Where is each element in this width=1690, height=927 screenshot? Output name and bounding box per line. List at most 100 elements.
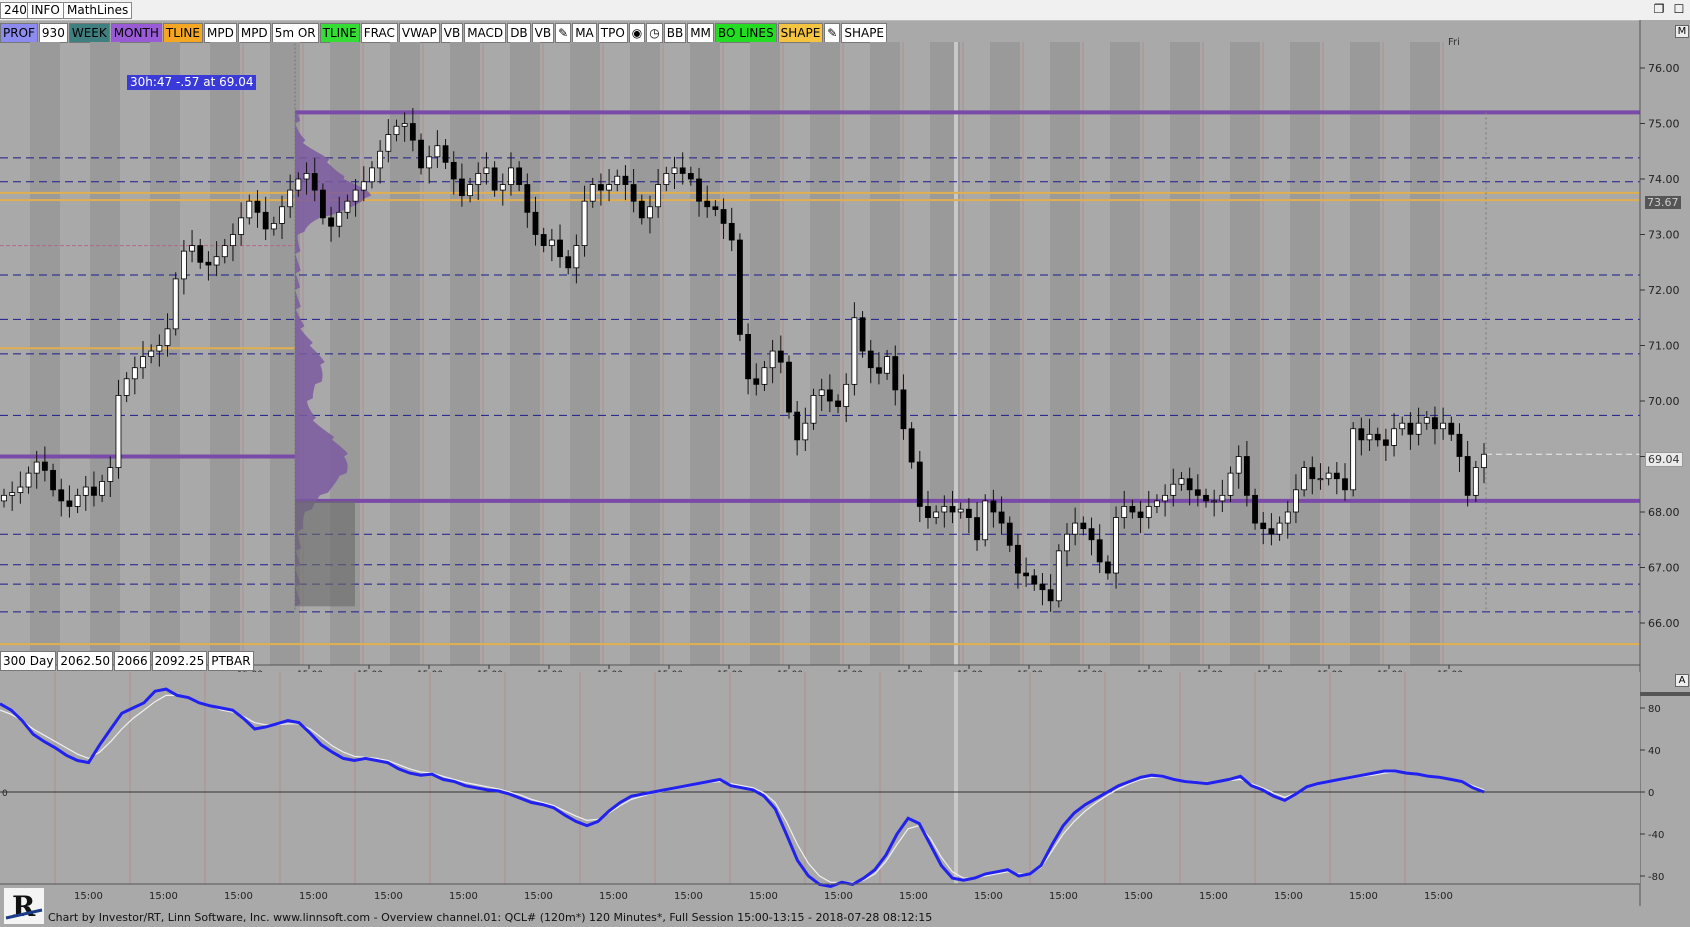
candle-body — [1211, 500, 1218, 503]
last-price-label: 69.04 — [1645, 452, 1683, 467]
status-bar: Chart by Investor/RT, Linn Software, Inc… — [48, 911, 933, 924]
period-button[interactable]: 300 Day — [0, 651, 57, 671]
candle-body — [974, 517, 980, 541]
restore-icon[interactable]: ❐ — [1652, 2, 1666, 16]
candle-body — [58, 489, 65, 502]
candle-body — [687, 173, 694, 180]
candle-body — [189, 245, 195, 252]
candle-body — [1309, 467, 1316, 480]
candle-body — [1129, 506, 1136, 513]
candle-body — [295, 178, 302, 191]
m-button[interactable]: M — [1675, 25, 1689, 38]
candle-body — [238, 217, 245, 235]
candle-body — [459, 178, 465, 197]
candle-body — [140, 356, 146, 369]
candle-body — [91, 486, 97, 496]
candle-body — [720, 209, 727, 224]
candle-body — [777, 350, 784, 363]
candle-body — [450, 161, 457, 180]
candle-body — [393, 125, 400, 136]
osc-tick-label: 80 — [1648, 704, 1661, 715]
candle-body — [835, 400, 841, 407]
candle-body — [679, 167, 686, 174]
candle-body — [508, 167, 514, 185]
candle-body — [352, 189, 359, 202]
candle-body — [524, 184, 531, 213]
candle-body — [1170, 483, 1177, 496]
countdown-label: 30h:47 -.57 at 69.04 — [127, 75, 257, 90]
candle-body — [1015, 544, 1021, 574]
tab-info[interactable]: INFO — [27, 2, 64, 19]
candle-body — [998, 511, 1005, 524]
candle-body — [892, 356, 899, 391]
osc-time-label: 15:00 — [749, 891, 778, 902]
candle-body — [916, 461, 923, 507]
value-button-2[interactable]: 2066 — [114, 651, 151, 671]
oscillator-panel: 0 — [0, 672, 1640, 889]
candle-body — [1088, 528, 1095, 541]
candle-body — [221, 245, 228, 258]
candle-body — [467, 184, 473, 197]
candle-body — [1284, 511, 1291, 524]
zero-marker: 0 — [2, 789, 8, 799]
candle-body — [1464, 456, 1471, 496]
ptbar-button[interactable]: PTBAR — [208, 651, 254, 671]
maximize-icon[interactable]: ☐ — [1672, 2, 1686, 16]
candle-body — [270, 222, 277, 230]
candle-body — [851, 317, 858, 385]
svg-text:R: R — [12, 890, 36, 923]
candle-body — [1407, 422, 1414, 435]
candle-body — [1268, 528, 1275, 535]
value-button-3[interactable]: 2092.25 — [151, 651, 208, 671]
candle-body — [1047, 589, 1054, 602]
candle-body — [246, 200, 253, 219]
osc-time-label: 15:00 — [1424, 891, 1453, 902]
candle-body — [418, 139, 424, 169]
candle-body — [1333, 472, 1340, 480]
candle-body — [540, 234, 547, 247]
osc-time-label: 15:00 — [899, 891, 928, 902]
candle-body — [606, 184, 612, 191]
candle-body — [303, 173, 310, 180]
price-tick-label: 71.00 — [1648, 340, 1680, 353]
candle-body — [982, 500, 989, 541]
candle-body — [900, 389, 907, 430]
candle-body — [115, 395, 122, 469]
candle-body — [1399, 422, 1406, 430]
price-tick-label: 73.00 — [1648, 229, 1680, 242]
candle-body — [1301, 467, 1308, 491]
candle-body — [859, 317, 866, 352]
candle-body — [1137, 511, 1144, 518]
candle-body — [1440, 422, 1447, 430]
candle-body — [884, 356, 890, 374]
value-button-1[interactable]: 2062.50 — [57, 651, 114, 671]
candle-body — [99, 481, 106, 496]
price-tick-label: 74.00 — [1648, 173, 1680, 186]
candle-body — [1203, 494, 1209, 502]
candle-body — [802, 422, 809, 441]
candle-body — [1162, 494, 1169, 502]
candle-body — [172, 278, 179, 330]
candle-body — [957, 508, 964, 513]
candle-body — [74, 494, 81, 507]
candle-body — [737, 239, 743, 335]
candle-body — [1472, 467, 1479, 496]
candle-body — [728, 222, 735, 241]
candle-body — [25, 472, 32, 488]
osc-tick-label: 40 — [1648, 746, 1661, 757]
candle-body — [1145, 506, 1152, 518]
candle-body — [1113, 517, 1119, 574]
tab-mathlines[interactable]: MathLines — [63, 2, 133, 19]
candle-body — [319, 189, 326, 219]
candle-body — [197, 245, 204, 263]
candle-body — [1448, 422, 1455, 435]
candle-body — [598, 184, 604, 191]
price-tick-label: 72.00 — [1648, 284, 1680, 297]
candle-body — [655, 184, 662, 208]
candle-body — [426, 156, 433, 169]
candle-body — [1219, 494, 1226, 502]
a-button[interactable]: A — [1675, 674, 1689, 687]
candle-body — [769, 350, 776, 369]
candle-body — [565, 256, 572, 269]
candle-body — [1260, 522, 1267, 530]
